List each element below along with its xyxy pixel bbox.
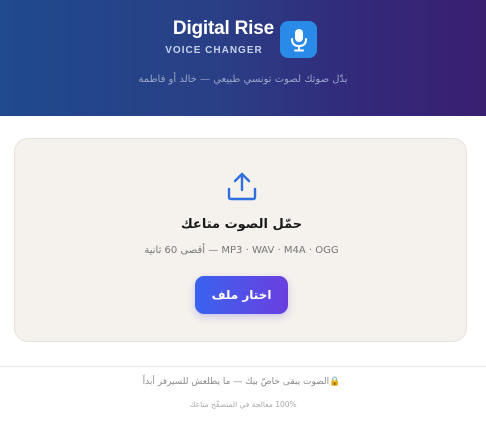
divider (0, 366, 486, 367)
upload-icon (227, 172, 257, 201)
choose-file-button[interactable]: اختار ملف (195, 276, 288, 314)
microphone-icon (290, 28, 307, 51)
privacy-text: الصوت يبقى خاصّ بيك — ما يطلعش للسيرفر أ… (142, 377, 330, 387)
logo (280, 21, 317, 58)
upload-dropzone[interactable]: حمّل الصوت متاعك MP3 · WAV · M4A · OGG —… (14, 138, 467, 342)
processing-note: 100% معالجة في المتصفّح متاعك (189, 400, 297, 409)
tagline: بدّل صوتك لصوت تونسي طبيعي — خالد أو فاط… (138, 74, 348, 85)
brand-subtitle: VOICE CHANGER (165, 45, 263, 56)
lock-icon: 🔒 (329, 377, 341, 387)
upload-formats: MP3 · WAV · M4A · OGG — أقصى 60 ثانية (144, 245, 339, 256)
privacy-note: 🔒الصوت يبقى خاصّ بيك — ما يطلعش للسيرفر … (0, 377, 486, 387)
upload-title: حمّل الصوت متاعك (180, 217, 303, 232)
app-header: Digital Rise VOICE CHANGER بدّل صوتك لصو… (0, 0, 486, 116)
brand-title: Digital Rise (172, 18, 274, 39)
